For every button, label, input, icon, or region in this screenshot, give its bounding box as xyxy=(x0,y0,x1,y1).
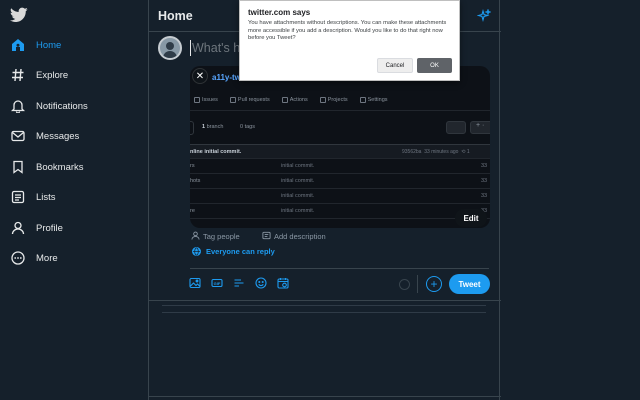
schedule-icon[interactable] xyxy=(277,277,289,289)
image-icon[interactable] xyxy=(189,277,201,289)
envelope-icon xyxy=(10,128,26,144)
divider xyxy=(190,268,489,269)
description-icon xyxy=(262,231,271,242)
repo-tab: Actions xyxy=(281,93,308,107)
sidebar-item-label: Bookmarks xyxy=(36,161,84,173)
more-circle-icon xyxy=(10,250,26,266)
poll-icon[interactable] xyxy=(233,277,245,289)
tweet-button[interactable]: Tweet xyxy=(449,274,490,294)
sidebar-item-label: Profile xyxy=(36,222,63,234)
bell-icon xyxy=(10,98,26,114)
sidebar-item-bookmarks[interactable]: Bookmarks xyxy=(10,156,84,178)
sidebar-item-label: Lists xyxy=(36,191,56,203)
file-row: rs initial commit. 33 xyxy=(190,159,490,174)
sidebar-item-notifications[interactable]: Notifications xyxy=(10,95,88,117)
hashtag-icon xyxy=(10,67,26,83)
sidebar-item-label: Explore xyxy=(36,69,69,81)
sparkle-icon[interactable] xyxy=(476,8,492,23)
svg-text:GIF: GIF xyxy=(214,281,221,286)
repo-tab: Projects xyxy=(319,93,348,107)
emoji-icon[interactable] xyxy=(255,277,267,289)
file-row: hots initial commit. 33 xyxy=(190,174,490,189)
repo-tab: Pull requests xyxy=(229,93,270,107)
attached-image: a11y-tw Issues Pull requests Actions Pro… xyxy=(190,66,490,228)
dialog-title: twitter.com says xyxy=(248,8,311,17)
tweet-compose-input[interactable]: What's happening? xyxy=(190,40,240,56)
sidebar-item-more[interactable]: More xyxy=(10,247,58,269)
twitter-bird-icon[interactable] xyxy=(9,7,28,23)
sidebar-item-messages[interactable]: Messages xyxy=(10,125,79,147)
cancel-button[interactable]: Cancel xyxy=(377,58,413,73)
sidebar-item-explore[interactable]: Explore xyxy=(10,64,68,86)
divider xyxy=(417,275,418,293)
sidebar-item-lists[interactable]: Lists xyxy=(10,186,56,208)
tags-count: 0 tags xyxy=(240,124,255,130)
dialog-message: You have attachments without description… xyxy=(248,20,447,42)
gif-icon[interactable]: GIF xyxy=(211,277,223,289)
add-tweet-button[interactable]: + xyxy=(426,276,442,292)
page-title: Home xyxy=(158,9,193,23)
character-count-ring xyxy=(399,279,410,290)
avatar[interactable] xyxy=(158,36,182,60)
file-row: re initial commit. 33 xyxy=(190,204,490,219)
commit-row: nline initial commit. 93562ba 33 minutes… xyxy=(190,145,490,159)
person-icon xyxy=(191,231,200,242)
file-list: nline initial commit. 93562ba 33 minutes… xyxy=(190,144,490,222)
sidebar: Home Explore Notifications Messages Book… xyxy=(0,0,148,400)
list-icon xyxy=(10,189,26,205)
feed-placeholder xyxy=(162,305,486,313)
repo-add-button: + · xyxy=(470,121,490,134)
alert-dialog: twitter.com says You have attachments wi… xyxy=(239,0,460,81)
ok-button[interactable]: OK xyxy=(417,58,452,73)
tag-people-link[interactable]: Tag people xyxy=(191,231,240,242)
repo-tab: Issues xyxy=(194,93,218,107)
divider xyxy=(149,396,501,397)
home-icon xyxy=(10,37,26,53)
edit-attachment-button[interactable]: Edit xyxy=(455,209,487,227)
sidebar-item-label: Messages xyxy=(36,130,80,142)
sidebar-item-label: Notifications xyxy=(36,100,88,112)
sidebar-item-label: Home xyxy=(36,39,62,51)
plus-icon: + xyxy=(430,277,438,291)
add-description-link[interactable]: Add description xyxy=(262,231,326,242)
globe-icon xyxy=(192,247,201,256)
branch-row: 1 branch 0 tags + · xyxy=(190,121,490,135)
composer-toolbar: GIF xyxy=(189,277,289,291)
branch-count: 1 branch xyxy=(202,124,224,130)
repo-tabs: Issues Pull requests Actions Projects Se… xyxy=(190,93,490,107)
sidebar-item-label: More xyxy=(36,252,58,264)
bookmark-icon xyxy=(10,159,26,175)
sidebar-item-profile[interactable]: Profile xyxy=(10,217,63,239)
repo-name: a11y-tw xyxy=(212,73,241,82)
sidebar-item-home[interactable]: Home xyxy=(10,34,61,56)
remove-attachment-button[interactable]: ✕ xyxy=(192,68,208,84)
person-icon xyxy=(10,220,26,236)
repo-search-button xyxy=(446,121,466,134)
file-row: initial commit. 33 xyxy=(190,189,490,204)
close-icon: ✕ xyxy=(195,70,205,82)
divider xyxy=(149,300,501,301)
reply-setting-button[interactable]: Everyone can reply xyxy=(192,247,275,256)
repo-tab: Settings xyxy=(359,93,388,107)
